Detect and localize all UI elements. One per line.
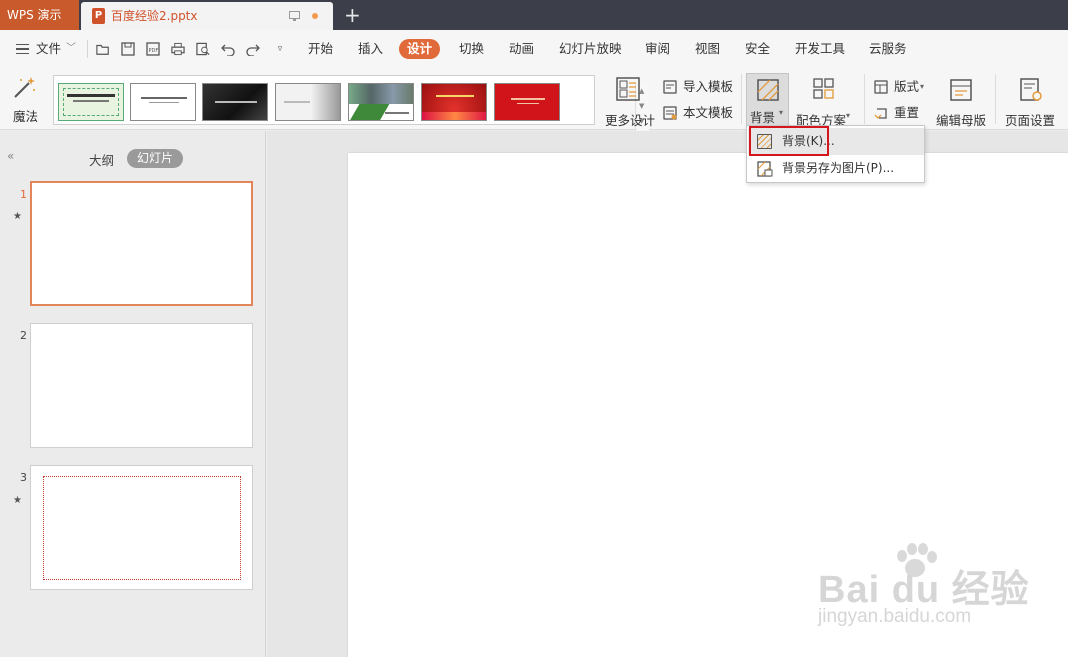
this-template-label: 本文模板: [683, 105, 734, 120]
magic-wand-icon: [14, 77, 35, 98]
this-template-icon: [663, 106, 677, 120]
reset-label: 重置: [894, 105, 920, 120]
export-pdf-icon[interactable]: PDF: [146, 42, 160, 56]
tab-home[interactable]: 开始: [308, 30, 333, 68]
redo-icon[interactable]: [246, 42, 260, 56]
tab-security[interactable]: 安全: [745, 30, 770, 68]
tab-animation[interactable]: 动画: [509, 30, 534, 68]
slides-panel: « 大纲 幻灯片 1 ★ 2 3 ★: [0, 131, 266, 657]
color-scheme-button[interactable]: 配色方案 ▾: [794, 72, 856, 128]
chevron-down-icon: ▾: [779, 108, 784, 117]
unsaved-indicator-icon[interactable]: [312, 13, 318, 19]
tab-cloud-service[interactable]: 云服务: [869, 30, 907, 68]
pptx-file-icon: P: [92, 8, 105, 24]
svg-text:PDF: PDF: [149, 48, 159, 54]
slide-thumbnail[interactable]: [30, 181, 253, 306]
divider: [995, 74, 996, 124]
layout-icon: [874, 80, 888, 94]
chevron-down-icon: ▾: [920, 82, 925, 91]
divider: [741, 74, 742, 124]
page-setup-button[interactable]: 页面设置: [1003, 72, 1059, 128]
magic-label: 魔法: [13, 109, 39, 124]
tab-view[interactable]: 视图: [695, 30, 720, 68]
tab-slides[interactable]: 幻灯片: [127, 149, 184, 168]
document-name: 百度经验2.pptx: [111, 9, 198, 23]
import-template-icon: [663, 80, 677, 94]
design-thumbnail[interactable]: [202, 83, 268, 121]
tab-design[interactable]: 设计: [399, 39, 441, 59]
menu-bar: 文件 ﹀ PDF ▿ 开始 插入 设计 切换 动画 幻灯片放映 审阅 视图 安全…: [0, 30, 1068, 68]
menu-item-save-background-as-image[interactable]: 背景另存为图片(P)...: [748, 155, 924, 182]
more-design-label: 更多设计: [605, 113, 656, 128]
design-thumbnail[interactable]: [421, 83, 487, 121]
customize-quick-access-icon[interactable]: ▿: [273, 42, 287, 56]
tab-slideshow[interactable]: 幻灯片放映: [559, 30, 622, 68]
document-tab[interactable]: P 百度经验2.pptx: [81, 2, 333, 30]
more-design-button[interactable]: 更多设计: [603, 72, 656, 128]
tab-developer[interactable]: 开发工具: [795, 30, 845, 68]
print-icon[interactable]: [171, 42, 185, 56]
page-setup-label: 页面设置: [1005, 113, 1056, 128]
edit-master-icon: [950, 79, 972, 101]
save-image-icon: [757, 161, 773, 177]
monitor-stand: [293, 19, 296, 21]
slide-number: 2: [20, 329, 27, 342]
layout-label: 版式: [894, 79, 920, 94]
file-menu[interactable]: 文件: [36, 30, 61, 68]
design-thumbnail[interactable]: [130, 83, 196, 121]
background-button[interactable]: 背景 ▾: [746, 73, 789, 126]
tab-outline[interactable]: 大纲: [89, 150, 114, 169]
animation-star-icon: ★: [13, 495, 22, 506]
placeholder-border: [43, 476, 241, 580]
chevron-down-icon: ▾: [846, 111, 851, 120]
save-icon[interactable]: [121, 42, 135, 56]
animation-star-icon: ★: [13, 211, 22, 222]
color-scheme-icon: [813, 78, 834, 99]
open-folder-icon[interactable]: [96, 42, 110, 56]
design-thumbnail[interactable]: [58, 83, 124, 121]
title-bar: WPS 演示 P 百度经验2.pptx +: [0, 0, 1068, 30]
edit-master-label: 编辑母版: [936, 113, 987, 128]
divider: [87, 40, 88, 58]
new-tab-button[interactable]: +: [344, 3, 361, 27]
design-thumbnail[interactable]: [494, 83, 560, 121]
collapse-panel-icon[interactable]: «: [7, 149, 14, 163]
design-gallery: ▲ ▼ ▼: [53, 75, 649, 133]
background-label: 背景: [750, 110, 776, 125]
slide-number: 1: [20, 188, 27, 201]
tab-review[interactable]: 审阅: [645, 30, 670, 68]
page-setup-icon: [1020, 78, 1042, 101]
watermark-logo: Bai du 经验: [818, 569, 1030, 611]
undo-icon[interactable]: [221, 42, 235, 56]
magic-button[interactable]: 魔法: [6, 72, 46, 126]
design-thumbnail[interactable]: [348, 83, 414, 121]
print-preview-icon[interactable]: [196, 42, 210, 56]
design-thumbnail[interactable]: [275, 83, 341, 121]
menu-item-label: 背景另存为图片(P)...: [782, 161, 895, 175]
hamburger-icon[interactable]: [16, 44, 29, 54]
divider: [864, 74, 865, 124]
app-tab[interactable]: WPS 演示: [0, 0, 79, 30]
background-icon: [757, 79, 779, 101]
slide-number: 3: [20, 471, 27, 484]
highlight-annotation: [749, 126, 829, 156]
tab-transition[interactable]: 切换: [459, 30, 484, 68]
watermark-url: jingyan.baidu.com: [818, 606, 972, 627]
tab-insert[interactable]: 插入: [358, 30, 383, 68]
chevron-down-icon[interactable]: ﹀: [66, 30, 76, 68]
edit-master-button[interactable]: 编辑母版: [934, 72, 988, 128]
more-design-icon: [616, 77, 640, 101]
ribbon: 魔法 ▲ ▼ ▼ 更多设计 导入模板 本文模板 配色方案 ▾ 版式 ▾ 重置 编…: [0, 68, 1068, 133]
reset-icon: [874, 108, 887, 119]
import-template-label: 导入模板: [683, 79, 734, 94]
slide-thumbnail[interactable]: [30, 323, 253, 448]
monitor-icon[interactable]: [289, 11, 300, 19]
slide-thumbnail[interactable]: [30, 465, 253, 590]
